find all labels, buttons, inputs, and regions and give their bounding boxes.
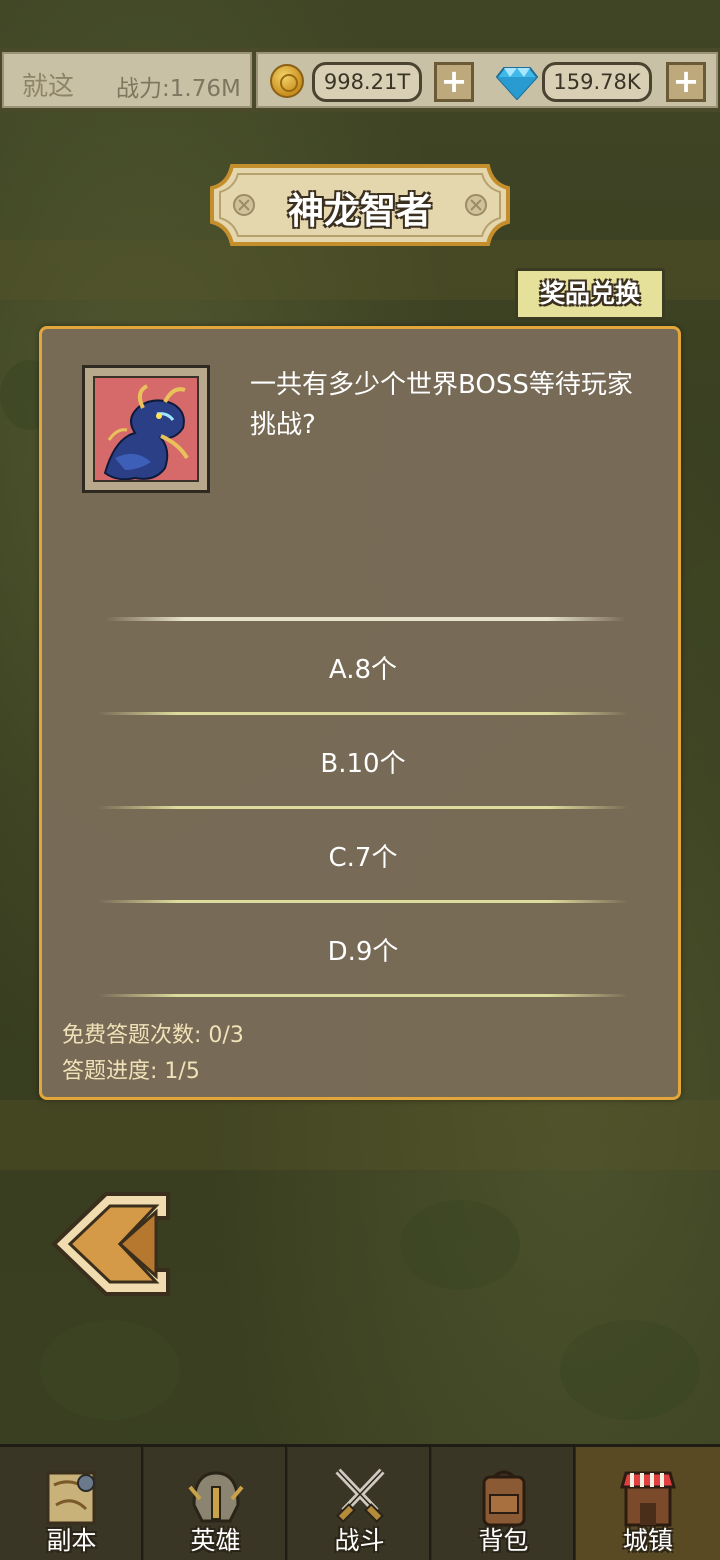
- free-attempts-text: 免费答题次数: 0/3: [62, 1023, 244, 1048]
- prize-exchange-button[interactable]: 奖品兑换: [515, 268, 665, 320]
- option-label: D.9个: [327, 937, 399, 967]
- nav-label: 副本: [46, 1526, 97, 1555]
- add-gems-button[interactable]: +: [666, 62, 706, 102]
- background-bush: [40, 1320, 180, 1420]
- player-info[interactable]: 就这 战力:1.76M: [2, 52, 252, 108]
- add-gold-button[interactable]: +: [434, 62, 474, 102]
- option-label: A.8个: [328, 655, 398, 685]
- gold-coin-icon: [270, 64, 304, 98]
- nav-heroes[interactable]: 英雄: [144, 1447, 287, 1560]
- nav-label: 英雄: [190, 1526, 241, 1555]
- answer-option-c[interactable]: C.7个: [98, 813, 628, 903]
- nav-label: 背包: [478, 1526, 529, 1555]
- resource-panel: 998.21T + 159.78K +: [256, 52, 718, 108]
- combat-power: 战力:1.76M: [116, 76, 241, 102]
- dialog-title-plaque: 神龙智者: [210, 162, 510, 248]
- background-road: [0, 1100, 720, 1170]
- back-arrow-button[interactable]: [50, 1192, 174, 1296]
- background-bush: [680, 560, 720, 650]
- option-divider: [98, 994, 628, 997]
- answer-option-a[interactable]: A.8个: [98, 625, 628, 715]
- player-name: 就这: [22, 72, 75, 102]
- dragon-sage-portrait: [82, 365, 210, 493]
- option-divider: [98, 900, 628, 903]
- gold-amount: 998.21T: [312, 62, 422, 102]
- answer-option-d[interactable]: D.9个: [98, 907, 628, 997]
- option-label: B.10个: [320, 749, 406, 779]
- background-bush: [400, 1200, 520, 1290]
- nav-town[interactable]: 城镇: [576, 1447, 720, 1560]
- nav-dungeon[interactable]: 副本: [0, 1447, 143, 1560]
- nav-battle[interactable]: 战斗: [288, 1447, 431, 1560]
- quiz-question: 一共有多少个世界BOSS等待玩家挑战?: [250, 370, 633, 440]
- background-bush: [560, 1320, 700, 1420]
- nav-backpack[interactable]: 背包: [432, 1447, 575, 1560]
- back-arrow-icon: [51, 1192, 170, 1296]
- dragon-icon: [93, 376, 199, 482]
- quiz-progress-text: 答题进度: 1/5: [62, 1059, 200, 1084]
- nav-label: 战斗: [334, 1526, 385, 1555]
- gem-amount: 159.78K: [542, 62, 652, 102]
- quiz-dialog: 一共有多少个世界BOSS等待玩家挑战? A.8个 B.10个 C.7个 D.9个…: [39, 326, 681, 1100]
- top-status-bar: 就这 战力:1.76M 998.21T + 159.78K +: [0, 48, 720, 112]
- option-label: C.7个: [328, 843, 398, 873]
- option-divider: [98, 712, 628, 715]
- option-divider: [98, 806, 628, 809]
- nav-label: 城镇: [622, 1526, 673, 1555]
- bottom-navigation: 副本 英雄 战斗 背包 城镇: [0, 1444, 720, 1560]
- dialog-title: 神龙智者: [287, 191, 432, 232]
- options-divider: [106, 617, 626, 621]
- answer-option-b[interactable]: B.10个: [98, 719, 628, 809]
